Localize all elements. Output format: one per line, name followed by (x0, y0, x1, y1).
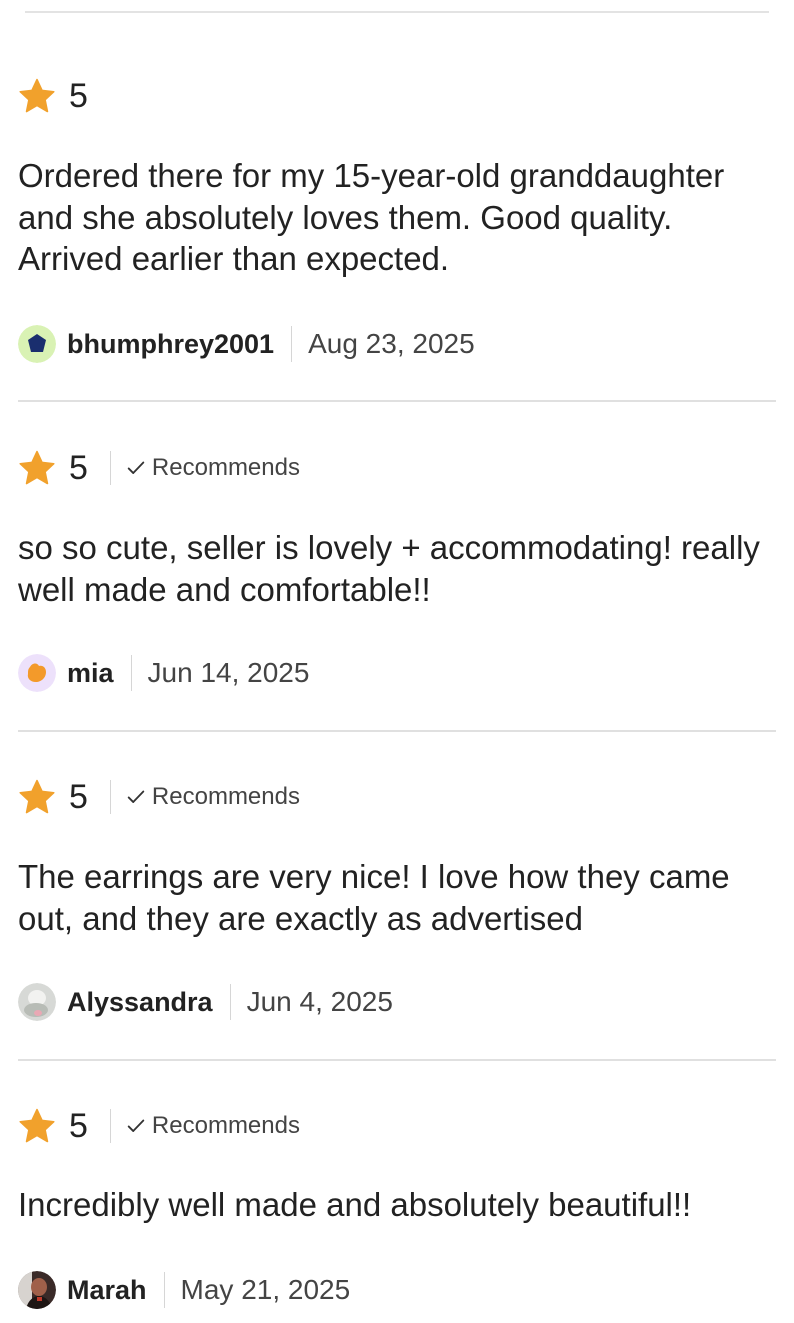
star-icon (19, 779, 55, 814)
check-icon (127, 790, 145, 803)
review-date: Jun 4, 2025 (246, 986, 393, 1017)
star-icon (19, 78, 55, 113)
rating-row: 5 Recommends (18, 448, 300, 488)
review-item: 5 Ordered there for my 15-year-old grand… (18, 0, 776, 402)
recommends-label: Recommends (151, 783, 300, 810)
divider (130, 655, 132, 691)
review-text: The earrings are very nice! I love how t… (18, 858, 730, 937)
rating-value: 5 (69, 449, 88, 487)
recommends-label: Recommends (151, 454, 300, 481)
review-text: Incredibly well made and absolutely beau… (18, 1186, 692, 1223)
author-name[interactable]: Marah (67, 1270, 147, 1310)
review-item: 5 Recommends The earrings are very nice!… (18, 732, 776, 1061)
review-text: so so cute, seller is lovely + accommoda… (18, 529, 760, 608)
review-author-row: mia Jun 14, 2025 (18, 653, 309, 693)
divider (109, 780, 111, 814)
review-date: Jun 14, 2025 (147, 657, 310, 688)
check-icon (127, 461, 145, 474)
review-author-row: Marah May 21, 2025 (18, 1270, 350, 1310)
review-item: 5 Recommends so so cute, seller is lovel… (18, 402, 776, 732)
divider (109, 1109, 111, 1143)
check-icon (127, 1119, 145, 1132)
rating-row: 5 Recommends (18, 777, 300, 817)
review-text: Ordered there for my 15-year-old grandda… (18, 157, 725, 277)
rating-row: 5 (18, 76, 88, 116)
rating-value: 5 (69, 77, 88, 115)
star-icon (19, 450, 55, 485)
avatar[interactable] (18, 983, 56, 1021)
avatar[interactable] (18, 325, 56, 363)
divider (229, 984, 231, 1020)
review-author-row: Alyssandra Jun 4, 2025 (18, 982, 393, 1022)
rating-value: 5 (69, 778, 88, 816)
rating-value: 5 (69, 1107, 88, 1145)
rating-row: 5 Recommends (18, 1106, 300, 1146)
review-date: Aug 23, 2025 (308, 328, 475, 359)
star-icon (19, 1108, 55, 1143)
divider (109, 451, 111, 485)
author-name[interactable]: Alyssandra (67, 982, 213, 1022)
recommends-label: Recommends (151, 1112, 300, 1139)
avatar[interactable] (18, 654, 56, 692)
author-name[interactable]: bhumphrey2001 (67, 324, 274, 364)
review-item: 5 Recommends Incredibly well made and ab… (18, 1060, 776, 1323)
author-name[interactable]: mia (67, 653, 114, 693)
divider (291, 326, 293, 362)
review-date: May 21, 2025 (180, 1274, 351, 1305)
review-author-row: bhumphrey2001 Aug 23, 2025 (18, 324, 475, 364)
avatar[interactable] (18, 1271, 56, 1309)
divider (163, 1272, 165, 1308)
